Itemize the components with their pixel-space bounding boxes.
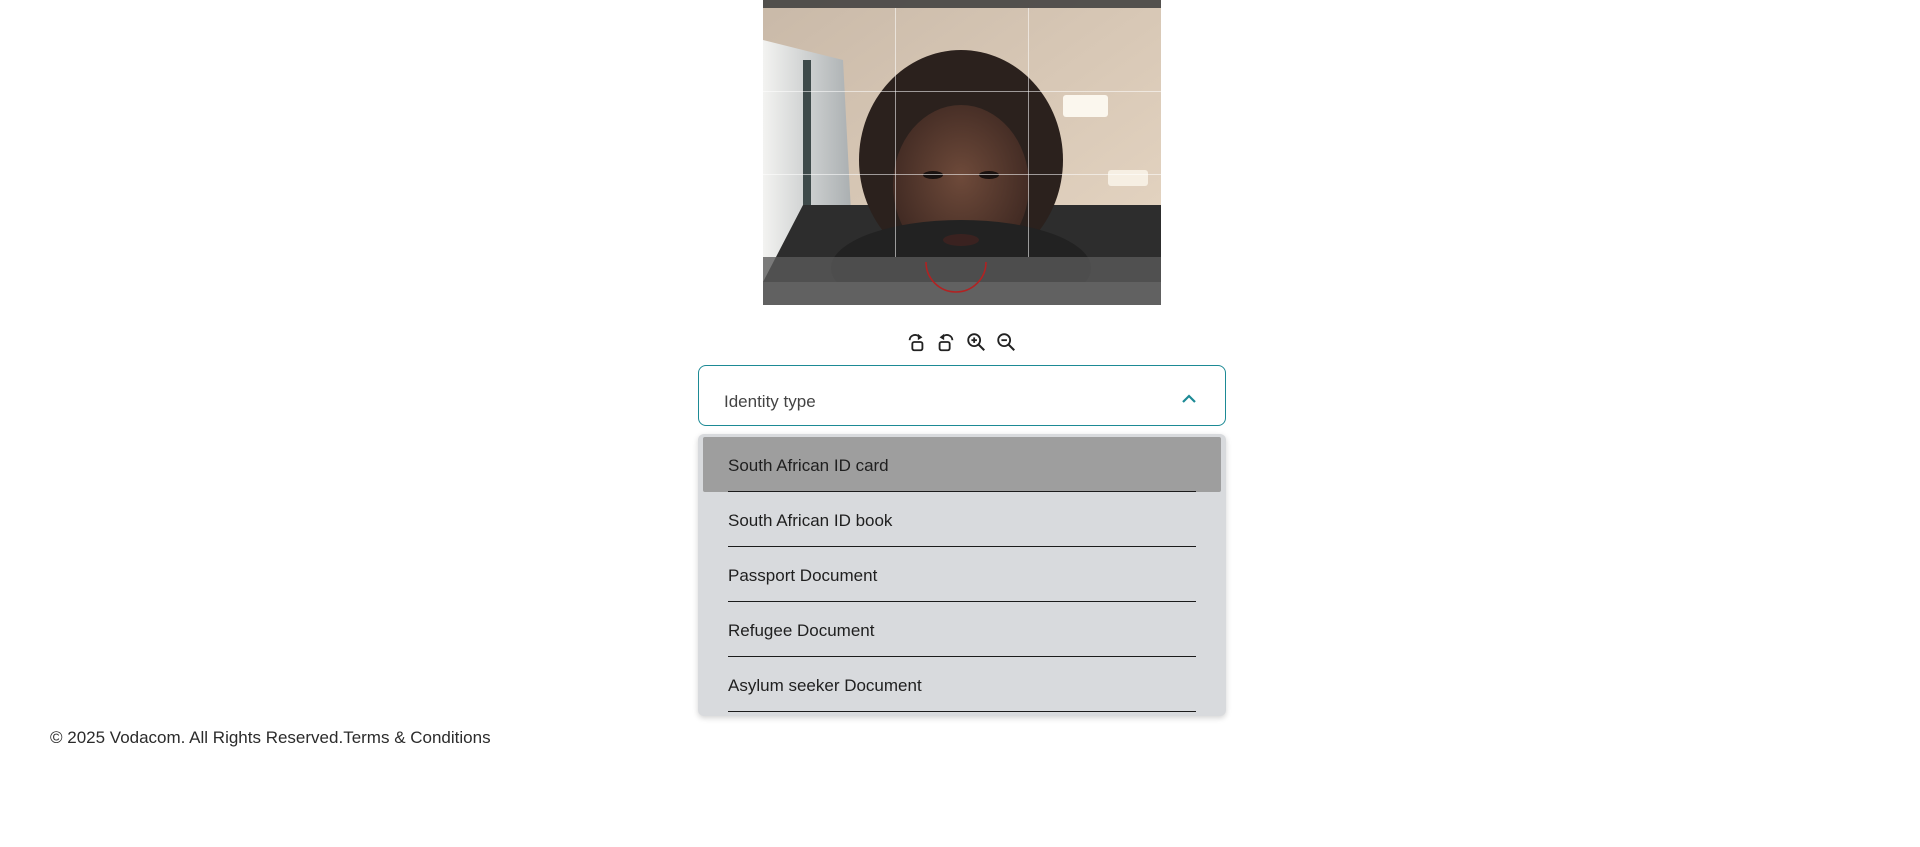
option-sa-id-book[interactable]: South African ID book	[703, 492, 1221, 547]
option-label: Passport Document	[728, 566, 878, 585]
terms-conditions-link[interactable]: Terms & Conditions	[343, 728, 490, 747]
zoom-in-icon[interactable]	[964, 330, 988, 354]
copyright-text: © 2025 Vodacom. All Rights Reserved.	[50, 728, 344, 747]
chevron-up-icon	[1182, 394, 1196, 403]
image-cropper[interactable]	[763, 0, 1161, 305]
zoom-out-icon[interactable]	[994, 330, 1018, 354]
rotate-left-icon[interactable]	[934, 330, 958, 354]
option-refugee[interactable]: Refugee Document	[703, 602, 1221, 657]
identity-type-select[interactable]: Identity type	[698, 365, 1226, 426]
option-sa-id-card[interactable]: South African ID card	[703, 437, 1221, 492]
crop-shade-top	[763, 0, 1161, 8]
divider	[728, 710, 1196, 712]
image-toolbar	[904, 330, 1018, 354]
footer: © 2025 Vodacom. All Rights Reserved.Term…	[50, 728, 491, 748]
page: Identity type South African ID card Sout…	[0, 0, 1920, 847]
option-asylum-seeker[interactable]: Asylum seeker Document	[703, 657, 1221, 712]
crop-handle-bottom[interactable]	[924, 262, 988, 298]
identity-type-label: Identity type	[724, 392, 816, 411]
option-passport[interactable]: Passport Document	[703, 547, 1221, 602]
option-label: Asylum seeker Document	[728, 676, 922, 695]
rotate-right-icon[interactable]	[904, 330, 928, 354]
selfie-photo	[763, 0, 1161, 282]
option-label: Refugee Document	[728, 621, 875, 640]
identity-type-options: South African ID card South African ID b…	[698, 434, 1226, 716]
option-label: South African ID book	[728, 511, 893, 530]
option-label: South African ID card	[728, 456, 889, 475]
